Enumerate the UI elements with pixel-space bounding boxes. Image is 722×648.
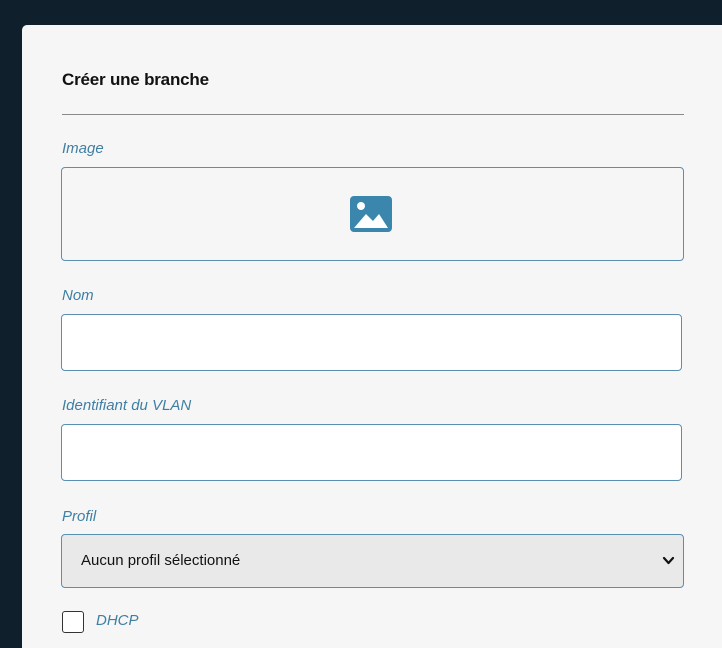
vlan-id-input[interactable]	[61, 424, 682, 481]
title-divider	[62, 114, 684, 115]
image-upload-area[interactable]	[61, 167, 684, 261]
profile-label: Profil	[62, 508, 97, 525]
form-title: Créer une branche	[62, 70, 209, 89]
vlan-id-label: Identifiant du VLAN	[62, 397, 192, 414]
image-label: Image	[62, 140, 104, 157]
name-label: Nom	[62, 287, 94, 304]
profile-select[interactable]: Aucun profil sélectionné	[61, 534, 684, 588]
name-input[interactable]	[61, 314, 682, 371]
dhcp-label[interactable]: DHCP	[96, 612, 139, 629]
chevron-down-icon	[662, 556, 675, 565]
image-icon	[350, 196, 392, 232]
profile-select-value: Aucun profil sélectionné	[81, 552, 241, 569]
dhcp-checkbox[interactable]	[62, 611, 84, 633]
create-branch-card: Créer une branche Image Nom Identifiant …	[22, 25, 722, 648]
